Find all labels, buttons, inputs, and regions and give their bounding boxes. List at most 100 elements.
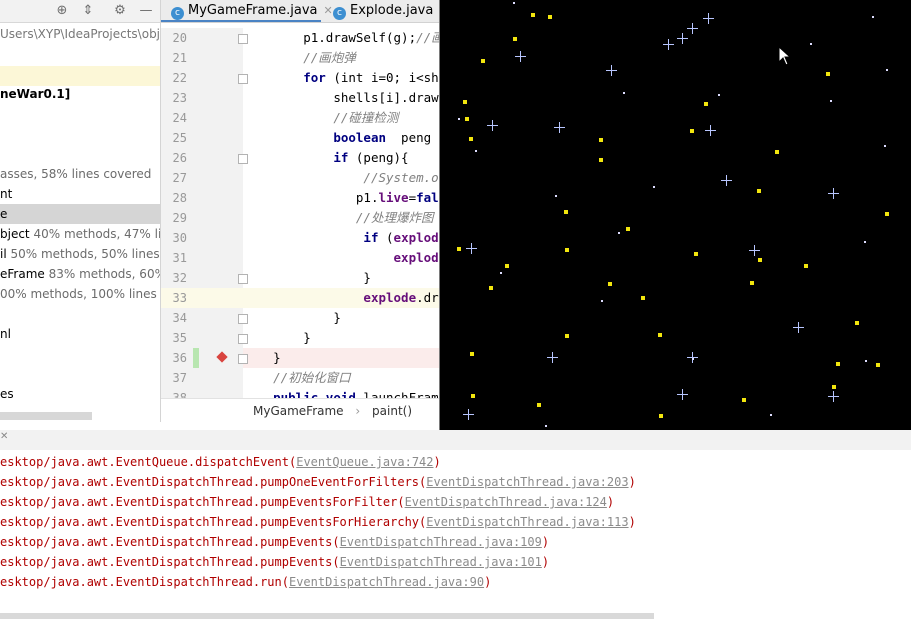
stack-trace-line: esktop/java.awt.EventDispatchThread.pump… <box>0 472 636 492</box>
tree-row[interactable]: es <box>0 384 160 404</box>
code-line[interactable]: } <box>243 328 439 348</box>
sparkle-star <box>463 409 474 420</box>
tree-row[interactable]: nt <box>0 184 160 204</box>
line-number: 34 <box>172 311 187 325</box>
tree-row[interactable]: nl <box>0 324 160 344</box>
minimize-icon[interactable]: — <box>137 2 155 20</box>
source-link[interactable]: EventDispatchThread.java:90 <box>289 575 484 589</box>
code-line[interactable]: } <box>243 348 439 368</box>
tab-mygameframe[interactable]: c MyGameFrame.java ✕ <box>171 0 333 22</box>
sparkle-star <box>677 389 688 400</box>
tree-row[interactable]: bject 40% methods, 47% lin <box>0 224 160 244</box>
code-line[interactable]: if (explode <box>243 228 439 248</box>
star <box>804 264 808 268</box>
tree-row[interactable]: 00% methods, 100% lines co <box>0 284 160 304</box>
code-line[interactable]: explode.dra <box>243 288 439 308</box>
collapse-icon[interactable]: ⇕ <box>79 2 97 20</box>
code-token: .dra <box>416 290 439 305</box>
source-link[interactable]: EventDispatchThread.java:124 <box>405 495 607 509</box>
star <box>855 321 859 325</box>
tree-row[interactable]: e <box>0 204 160 224</box>
sparkle-star <box>663 39 674 50</box>
module-name[interactable]: neWar0.1] <box>0 84 160 104</box>
source-link[interactable]: EventDispatchThread.java:203 <box>426 475 628 489</box>
code-line[interactable]: boolean peng = <box>243 128 439 148</box>
tree-row[interactable]: asses, 58% lines covered <box>0 164 160 184</box>
console-scrollbar[interactable] <box>0 613 654 619</box>
line-number: 32 <box>172 271 187 285</box>
star <box>470 352 474 356</box>
code-line[interactable]: //初始化窗口 <box>243 368 439 388</box>
fold-marker-icon[interactable] <box>238 274 248 284</box>
fold-marker-icon[interactable] <box>238 314 248 324</box>
code-line[interactable]: } <box>243 308 439 328</box>
code-line[interactable]: //处理爆炸图 <box>243 208 439 228</box>
tree-row-highlight[interactable] <box>0 66 160 86</box>
source-link[interactable]: EventDispatchThread.java:101 <box>340 555 542 569</box>
star <box>475 150 477 152</box>
code-token: (peng){ <box>348 150 409 165</box>
tree-row[interactable]: il 50% methods, 50% lines <box>0 244 160 264</box>
tree-row-label: bject <box>0 227 30 241</box>
star <box>500 272 502 274</box>
fold-marker-icon[interactable] <box>238 154 248 164</box>
code-line[interactable]: shells[i].drawS <box>243 88 439 108</box>
console-header: ✕ <box>0 430 911 451</box>
code-token: //画炮弹 <box>303 50 356 65</box>
trace-text: ) <box>484 575 492 589</box>
star <box>463 100 467 104</box>
fold-marker-icon[interactable] <box>238 354 248 364</box>
breadcrumb-method[interactable]: paint() <box>372 404 412 418</box>
star <box>775 150 779 154</box>
code-line[interactable]: } <box>243 268 439 288</box>
line-number: 33 <box>172 291 187 305</box>
fold-marker-icon[interactable] <box>238 34 248 44</box>
breadcrumb: MyGameFrame › paint() <box>161 398 439 423</box>
tree-row-label: 00% methods, 100% lines co <box>0 287 161 301</box>
code-line[interactable]: //碰撞检测 <box>243 108 439 128</box>
stack-trace-line: esktop/java.awt.EventQueue.dispatchEvent… <box>0 452 441 472</box>
star <box>565 248 569 252</box>
gear-icon[interactable]: ⚙ <box>111 2 129 20</box>
close-icon[interactable]: ✕ <box>0 430 8 444</box>
console-output[interactable]: esktop/java.awt.EventQueue.dispatchEvent… <box>0 450 911 619</box>
close-icon[interactable]: ✕ <box>324 4 333 17</box>
tab-explode[interactable]: cExplode.java✕ <box>333 0 449 22</box>
code-token: //处理爆炸图 <box>355 210 434 225</box>
star <box>694 252 698 256</box>
code-line[interactable]: p1.live=fals <box>243 188 439 208</box>
code-token: } <box>333 310 341 325</box>
code-line[interactable]: if (peng){ <box>243 148 439 168</box>
trace-text: ) <box>606 495 615 509</box>
code-line[interactable]: for (int i=0; i<she <box>243 68 439 88</box>
star <box>465 117 469 121</box>
game-window[interactable] <box>439 0 911 432</box>
tab-label: MyGameFrame.java <box>188 3 318 18</box>
star <box>876 363 880 367</box>
stack-trace-line: esktop/java.awt.EventDispatchThread.pump… <box>0 532 549 552</box>
source-link[interactable]: EventDispatchThread.java:113 <box>426 515 628 529</box>
fold-marker-icon[interactable] <box>238 334 248 344</box>
locate-icon[interactable]: ⊕ <box>53 2 71 20</box>
code-token: live <box>378 190 409 205</box>
trace-text: ) <box>541 535 550 549</box>
line-number: 36 <box>172 351 187 365</box>
fold-marker-icon[interactable] <box>238 74 248 84</box>
line-number: 37 <box>172 371 187 385</box>
code-line[interactable]: p1.drawSelf(g);//画 <box>243 28 439 48</box>
source-link[interactable]: EventDispatchThread.java:109 <box>340 535 542 549</box>
star <box>757 189 761 193</box>
sparkle-star <box>687 23 698 34</box>
code-token: (int i=0; i<she <box>325 70 439 85</box>
project-scrollbar[interactable] <box>0 412 92 420</box>
line-number: 35 <box>172 331 187 345</box>
code-line[interactable]: //画炮弹 <box>243 48 439 68</box>
code-line[interactable]: explode <box>243 248 439 268</box>
project-path: Users\XYP\IdeaProjects\obj <box>0 27 161 41</box>
star <box>548 15 552 19</box>
breadcrumb-class[interactable]: MyGameFrame <box>253 404 344 418</box>
code-line[interactable]: //System.ou <box>243 168 439 188</box>
star <box>690 129 694 133</box>
source-link[interactable]: EventQueue.java:742 <box>296 455 433 469</box>
tree-row[interactable]: eFrame 83% methods, 60% <box>0 264 160 284</box>
